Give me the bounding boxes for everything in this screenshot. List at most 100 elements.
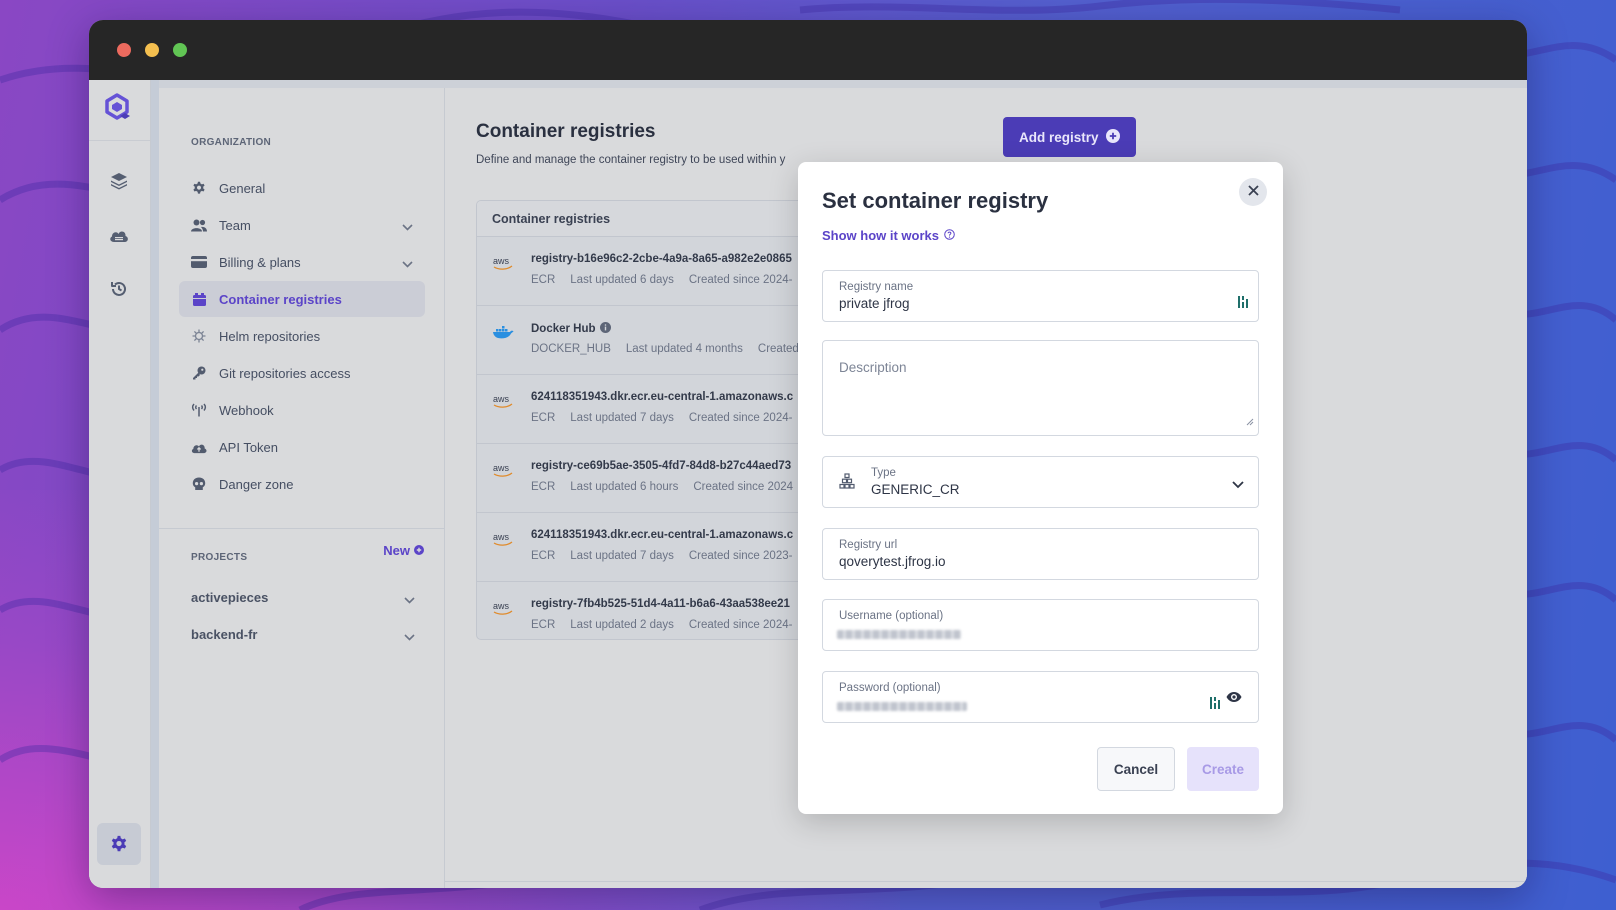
sidebar-item-label: Container registries — [219, 291, 342, 307]
list-header: Container registries — [477, 201, 835, 237]
registry-row[interactable]: aws 624118351943.dkr.ecr.eu-central-1.am… — [477, 513, 835, 582]
modal-title: Set container registry — [822, 188, 1049, 213]
registry-kind: DOCKER_HUB — [531, 343, 611, 355]
add-registry-button[interactable]: Add registry — [1003, 117, 1136, 157]
sidebar-item-danger-zone[interactable]: Danger zone — [179, 466, 425, 502]
chevron-down-icon — [1232, 476, 1244, 494]
registry-name: 624118351943.dkr.ecr.eu-central-1.amazon… — [531, 529, 794, 541]
project-item-backend-fr[interactable]: backend-fr — [191, 619, 415, 649]
description-placeholder: Description — [839, 360, 907, 375]
registry-meta: ECR Last updated 7 days Created since 2023… — [531, 550, 807, 562]
credit-card-icon — [191, 254, 207, 270]
help-circle-icon — [944, 228, 955, 243]
cancel-button[interactable]: Cancel — [1097, 747, 1175, 791]
info-icon[interactable] — [599, 322, 611, 336]
registry-name-input[interactable]: Registry name private jfrog — [822, 270, 1259, 322]
registry-row[interactable]: aws registry-7fb4b525-51d4-4a11-b6a6-43a… — [477, 582, 835, 639]
registry-url-input[interactable]: Registry url qoverytest.jfrog.io — [822, 528, 1259, 580]
registry-created: Created since 2023- — [688, 550, 793, 562]
registry-row[interactable]: Docker Hub DOCKER_HUB Last updated 4 mont… — [477, 306, 835, 375]
registry-updated: Last updated 7 days — [570, 412, 674, 424]
gear-icon — [191, 180, 207, 196]
registry-meta: ECR Last updated 6 days Created since 2024… — [531, 274, 807, 286]
svg-text:aws: aws — [493, 601, 510, 611]
registry-updated: Last updated 6 days — [570, 274, 674, 286]
close-icon — [1247, 183, 1259, 201]
sidebar-item-billing[interactable]: Billing & plans — [179, 244, 425, 280]
username-input[interactable]: Username (optional) — [822, 599, 1259, 651]
history-icon[interactable] — [108, 278, 130, 300]
sidebar-item-label: Danger zone — [219, 476, 294, 492]
title-bar — [89, 20, 1527, 80]
registry-name: registry-ce69b5ae-3505-4fd7-84d8-b27c44a… — [531, 460, 792, 472]
show-password-eye-icon[interactable] — [1226, 690, 1242, 708]
registry-meta: ECR Last updated 7 days Created since 2024… — [531, 412, 807, 424]
registry-kind: ECR — [531, 481, 556, 493]
chevron-down-icon[interactable] — [404, 592, 415, 607]
sidebar-item-team[interactable]: Team — [179, 207, 425, 243]
sidebar-item-webhook[interactable]: Webhook — [179, 392, 425, 428]
close-modal-button[interactable] — [1239, 178, 1267, 206]
organization-section-label: ORGANIZATION — [191, 137, 272, 148]
registry-name: Docker Hub — [531, 322, 611, 336]
registry-kind: ECR — [531, 619, 556, 631]
registry-row[interactable]: aws registry-ce69b5ae-3505-4fd7-84d8-b27… — [477, 444, 835, 513]
cloud-icon[interactable] — [108, 224, 130, 246]
key-icon — [191, 365, 207, 381]
show-how-it-works-link[interactable]: Show how it works — [822, 228, 955, 243]
sidebar-item-git-access[interactable]: Git repositories access — [179, 355, 425, 391]
minimize-window-button[interactable] — [145, 43, 159, 57]
sidebar-item-label: Webhook — [219, 402, 274, 418]
help-link-label: Show how it works — [822, 228, 940, 243]
password-manager-icon[interactable] — [1238, 295, 1250, 314]
registry-name-text: Docker Hub — [531, 323, 596, 335]
project-item-activepieces[interactable]: activepieces — [191, 582, 415, 612]
plus-circle-icon — [414, 543, 424, 558]
registry-meta: ECR Last updated 2 days Created since 2024… — [531, 619, 807, 631]
chevron-down-icon[interactable] — [404, 629, 415, 644]
helm-icon — [191, 328, 207, 344]
chevron-down-icon[interactable] — [402, 219, 413, 234]
layers-icon[interactable] — [108, 170, 130, 192]
registry-row[interactable]: aws 624118351943.dkr.ecr.eu-central-1.am… — [477, 375, 835, 444]
description-textarea[interactable]: Description — [822, 340, 1259, 436]
sidebar-item-container-registries[interactable]: Container registries — [179, 281, 425, 317]
sidebar-item-label: Helm repositories — [219, 328, 321, 344]
aws-icon: aws — [492, 255, 516, 271]
aws-icon: aws — [492, 462, 516, 478]
rail-divider — [89, 140, 150, 141]
box-icon — [191, 291, 207, 307]
password-input[interactable]: Password (optional) — [822, 671, 1259, 723]
maximize-window-button[interactable] — [173, 43, 187, 57]
sidebar-item-helm-repositories[interactable]: Helm repositories — [179, 318, 425, 354]
resize-handle-icon[interactable] — [1246, 413, 1254, 431]
registry-kind: ECR — [531, 412, 556, 424]
settings-icon[interactable] — [97, 823, 141, 865]
registry-meta: DOCKER_HUB Last updated 4 months Created — [531, 343, 814, 355]
username-redacted-value — [837, 630, 961, 639]
registry-updated: Last updated 6 hours — [570, 481, 679, 493]
new-project-button[interactable]: New — [383, 543, 424, 558]
sidebar-divider — [159, 528, 444, 529]
registry-name: 624118351943.dkr.ecr.eu-central-1.amazon… — [531, 391, 794, 403]
sidebar-item-api-token[interactable]: API Token — [179, 429, 425, 465]
nav-rail — [89, 80, 151, 888]
password-manager-icon[interactable] — [1210, 696, 1222, 715]
sidebar-item-label: API Token — [219, 439, 279, 455]
project-label: activepieces — [191, 589, 269, 605]
registry-created: Created since 2024- — [688, 412, 793, 424]
logo-icon[interactable] — [103, 92, 135, 124]
registry-created: Created since 2024 — [693, 481, 794, 493]
registry-created: Created since 2024- — [688, 274, 793, 286]
registries-list: Container registries aws registry-b16e96… — [476, 200, 836, 640]
type-select[interactable]: Type GENERIC_CR — [822, 456, 1259, 508]
sidebar-item-label: Git repositories access — [219, 365, 351, 381]
close-window-button[interactable] — [117, 43, 131, 57]
svg-text:aws: aws — [493, 532, 510, 542]
sidebar-item-general[interactable]: General — [179, 170, 425, 206]
create-button[interactable]: Create — [1187, 747, 1259, 791]
project-label: backend-fr — [191, 626, 258, 642]
registry-row[interactable]: aws registry-b16e96c2-2cbe-4a9a-8a65-a98… — [477, 237, 835, 306]
registry-name: registry-7fb4b525-51d4-4a11-b6a6-43aa538… — [531, 598, 790, 610]
chevron-down-icon[interactable] — [402, 256, 413, 271]
